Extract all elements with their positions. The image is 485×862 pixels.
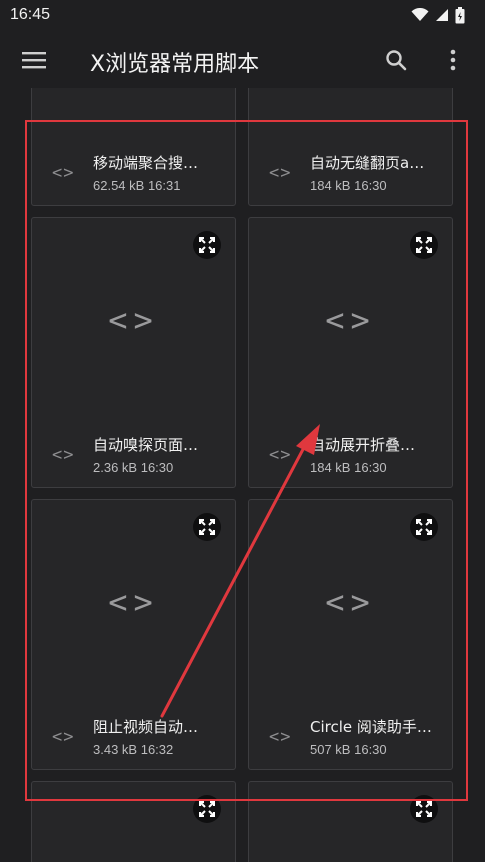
expand-button[interactable]: [193, 231, 221, 259]
page-title: X浏览器常用脚本: [90, 52, 260, 77]
code-preview-icon: <>: [325, 301, 376, 339]
fullscreen-icon: [416, 237, 432, 253]
script-info: 184 kB 16:30: [310, 460, 387, 475]
card-meta: <> 移动端聚合搜… 62.54 kB 16:31: [32, 143, 235, 205]
status-icons: [411, 6, 465, 24]
status-bar: 16:45: [0, 0, 485, 32]
card-meta: <> 自动展开折叠… 184 kB 16:30: [249, 425, 452, 487]
code-preview-icon: <>: [108, 583, 159, 621]
script-size: 2.36 kB: [93, 460, 138, 475]
code-icon: <>: [269, 445, 292, 465]
card-meta: <> 自动无缝翻页a… 184 kB 16:30: [249, 143, 452, 205]
script-card[interactable]: <> <> 阻止视频自动… 3.43 kB 16:32: [31, 499, 236, 770]
code-icon: <>: [52, 727, 75, 747]
fullscreen-icon: [199, 801, 215, 817]
script-info: 3.43 kB 16:32: [93, 742, 173, 757]
fullscreen-icon: [416, 801, 432, 817]
app-bar: X浏览器常用脚本: [0, 32, 485, 88]
script-time: 16:30: [354, 742, 387, 757]
script-size: 62.54 kB: [93, 178, 145, 193]
script-card[interactable]: [248, 781, 453, 862]
expand-button[interactable]: [410, 795, 438, 823]
search-button[interactable]: [376, 42, 416, 78]
code-icon: <>: [52, 445, 75, 465]
script-size: 184 kB: [310, 460, 351, 475]
script-info: 62.54 kB 16:31: [93, 178, 181, 193]
menu-button[interactable]: [16, 44, 52, 76]
script-card[interactable]: <> 移动端聚合搜… 62.54 kB 16:31: [31, 88, 236, 206]
script-card[interactable]: <> <> 自动展开折叠… 184 kB 16:30: [248, 217, 453, 488]
script-time: 16:31: [147, 178, 181, 193]
script-name: 自动展开折叠…: [310, 436, 416, 454]
script-info: 184 kB 16:30: [310, 178, 387, 193]
search-icon: [386, 50, 407, 71]
fullscreen-icon: [416, 519, 432, 535]
script-size: 507 kB: [310, 742, 351, 757]
script-time: 16:30: [354, 178, 387, 193]
script-card[interactable]: <> <> 自动嗅探页面… 2.36 kB 16:30: [31, 217, 236, 488]
script-grid: <> 移动端聚合搜… 62.54 kB 16:31 <> 自动无缝翻页a… 18…: [0, 88, 485, 862]
script-name: 自动无缝翻页a…: [310, 154, 425, 172]
fullscreen-icon: [199, 519, 215, 535]
expand-button[interactable]: [193, 795, 221, 823]
expand-button[interactable]: [410, 513, 438, 541]
script-card[interactable]: <> 自动无缝翻页a… 184 kB 16:30: [248, 88, 453, 206]
status-time: 16:45: [10, 6, 51, 23]
script-name: 移动端聚合搜…: [93, 154, 199, 172]
fullscreen-icon: [199, 237, 215, 253]
script-time: 16:30: [140, 460, 174, 475]
card-meta: <> 阻止视频自动… 3.43 kB 16:32: [32, 707, 235, 769]
script-info: 507 kB 16:30: [310, 742, 387, 757]
expand-button[interactable]: [410, 231, 438, 259]
script-time: 16:32: [140, 742, 174, 757]
script-time: 16:30: [354, 460, 387, 475]
script-size: 184 kB: [310, 178, 351, 193]
script-name: Circle 阅读助手…: [310, 718, 432, 736]
script-card[interactable]: <> <> Circle 阅读助手… 507 kB 16:30: [248, 499, 453, 770]
more-vert-icon: [450, 49, 456, 71]
card-meta: <> 自动嗅探页面… 2.36 kB 16:30: [32, 425, 235, 487]
signal-icon: [436, 9, 448, 21]
wifi-icon: [411, 8, 429, 21]
code-icon: <>: [52, 163, 75, 183]
script-name: 阻止视频自动…: [93, 718, 199, 736]
battery-icon: [455, 6, 465, 23]
script-card[interactable]: [31, 781, 236, 862]
script-size: 3.43 kB: [93, 742, 138, 757]
script-name: 自动嗅探页面…: [93, 436, 199, 454]
menu-icon: [22, 52, 46, 69]
code-preview-icon: <>: [325, 583, 376, 621]
script-info: 2.36 kB 16:30: [93, 460, 173, 475]
more-options-button[interactable]: [438, 42, 468, 78]
code-icon: <>: [269, 727, 292, 747]
code-preview-icon: <>: [108, 301, 159, 339]
code-icon: <>: [269, 163, 292, 183]
expand-button[interactable]: [193, 513, 221, 541]
card-meta: <> Circle 阅读助手… 507 kB 16:30: [249, 707, 452, 769]
